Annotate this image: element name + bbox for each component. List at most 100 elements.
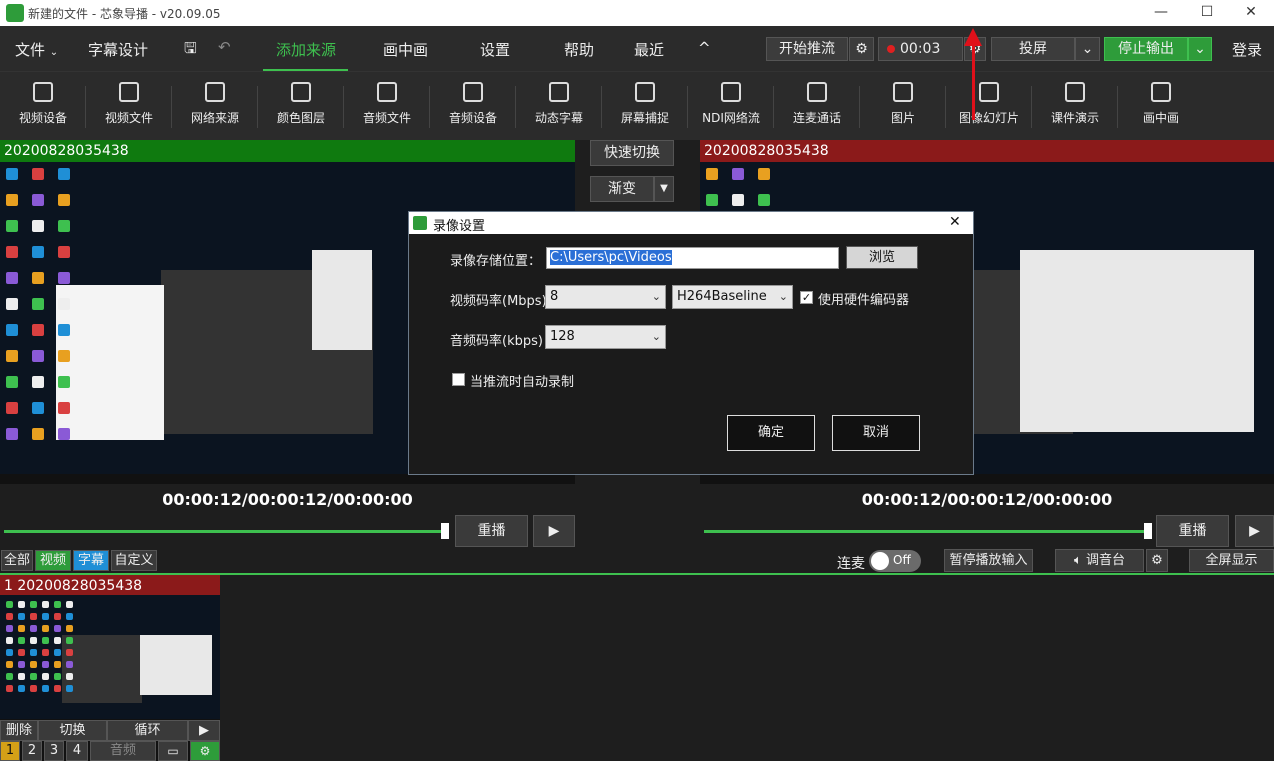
thumb-doc (140, 635, 212, 695)
desktop-shortcut-icon (58, 272, 70, 284)
preview-replay-button[interactable]: 重播 (455, 515, 528, 547)
fullscreen-button[interactable]: 全屏显示 (1189, 549, 1274, 572)
desktop-shortcut-icon (18, 601, 25, 608)
tab-recent[interactable]: 最近 (634, 39, 664, 60)
hw-encoder-checkbox[interactable]: ✓ (800, 291, 813, 304)
stop-output-button[interactable]: 停止输出 (1104, 37, 1188, 61)
save-icon[interactable]: 🖫 (184, 38, 197, 63)
program-replay-button[interactable]: 重播 (1156, 515, 1229, 547)
program-seek-handle[interactable] (1144, 523, 1152, 539)
desktop-shortcut-icon (6, 402, 18, 414)
preview-seek-handle[interactable] (441, 523, 449, 539)
fade-button[interactable]: 渐变 (590, 176, 654, 202)
tab-add-source[interactable]: 添加来源 (276, 39, 336, 60)
audio-bitrate-select[interactable]: 128 ⌄ (545, 325, 666, 349)
dialog-close-button[interactable]: ✕ (949, 214, 961, 230)
program-seekbar[interactable] (704, 530, 1148, 533)
program-doc-window (1020, 250, 1254, 432)
minimize-button[interactable]: — (1138, 0, 1184, 26)
desktop-shortcut-icon (30, 673, 37, 680)
ok-button[interactable]: 确定 (727, 415, 815, 451)
undo-icon[interactable]: ↶ (218, 38, 231, 56)
toolbar-item-7[interactable]: 屏幕捕捉 (602, 72, 688, 141)
menu-caption-design[interactable]: 字幕设计 (88, 39, 148, 60)
toolbar-item-label: NDI网络流 (702, 111, 760, 125)
cast-button[interactable]: 投屏 (991, 37, 1075, 61)
toolbar-item-0[interactable]: 视频设备 (0, 72, 86, 141)
cancel-button[interactable]: 取消 (832, 415, 920, 451)
page-4-button[interactable]: 4 (66, 741, 88, 761)
toolbar-item-1[interactable]: 视频文件 (86, 72, 172, 141)
page-3-button[interactable]: 3 (44, 741, 64, 761)
pause-input-button[interactable]: 暂停播放输入 (944, 549, 1033, 572)
mixer-settings-gear-icon[interactable]: ⚙ (1146, 549, 1168, 572)
chevron-down-icon: ⌄ (651, 290, 661, 303)
desktop-shortcut-icon (54, 673, 61, 680)
toolbar-item-13[interactable]: 画中画 (1118, 72, 1204, 141)
cast-dropdown-chevron-icon[interactable]: ⌄ (1075, 37, 1100, 61)
record-timer-button[interactable]: 00:03 (878, 37, 963, 61)
tab-settings[interactable]: 设置 (480, 39, 510, 60)
program-play-button[interactable]: ▶ (1235, 515, 1274, 547)
page-2-button[interactable]: 2 (22, 741, 42, 761)
preview-timecode: 00:00:12/00:00:12/00:00:00 (162, 490, 413, 509)
source-item-card[interactable]: 1 20200828035438 删除 切换 循环 ▶ 1 2 3 4 音频 ▭… (0, 575, 220, 761)
switch-source-button[interactable]: 切换 (38, 720, 107, 741)
maximize-button[interactable]: ☐ (1184, 0, 1230, 26)
desktop-shortcut-icon (42, 625, 49, 632)
filter-all-tab[interactable]: 全部 (1, 550, 33, 571)
desktop-shortcut-icon (732, 194, 744, 206)
desktop-shortcut-icon (54, 613, 61, 620)
tab-help[interactable]: 帮助 (564, 39, 594, 60)
toolbar-item-2[interactable]: 网络来源 (172, 72, 258, 141)
collapse-toolbar-button[interactable]: ^ (698, 39, 711, 57)
login-link[interactable]: 登录 (1232, 39, 1262, 60)
source-settings-gear-icon[interactable]: ⚙ (190, 741, 220, 761)
toolbar-item-3[interactable]: 颜色图层 (258, 72, 344, 141)
chevron-down-icon: ⌄ (651, 330, 661, 343)
preview-seekbar[interactable] (4, 530, 446, 533)
close-button[interactable]: ✕ (1228, 0, 1274, 26)
auto-record-checkbox[interactable] (452, 373, 465, 386)
audio-button[interactable]: 音频 (90, 741, 156, 761)
desktop-shortcut-icon (706, 168, 718, 180)
source-play-button[interactable]: ▶ (188, 720, 220, 741)
video-bitrate-select[interactable]: 8 ⌄ (545, 285, 666, 309)
toolbar-item-9[interactable]: 连麦通话 (774, 72, 860, 141)
desktop-shortcut-icon (58, 376, 70, 388)
filter-custom-tab[interactable]: 自定义 (111, 550, 157, 571)
filter-video-tab[interactable]: 视频 (35, 550, 71, 571)
toolbar-item-12[interactable]: 课件演示 (1032, 72, 1118, 141)
desktop-shortcut-icon (6, 625, 13, 632)
stream-settings-gear-icon[interactable]: ⚙ (849, 37, 874, 61)
monitor-icon[interactable]: ▭ (158, 741, 188, 761)
quick-switch-button[interactable]: 快速切换 (590, 140, 674, 166)
menu-file[interactable]: 文件 ⌄ (15, 39, 58, 60)
filter-caption-tab[interactable]: 字幕 (73, 550, 109, 571)
desktop-shortcut-icon (6, 350, 18, 362)
codec-select[interactable]: H264Baseline ⌄ (672, 285, 793, 309)
lianmai-toggle[interactable]: Off (869, 550, 921, 572)
delete-source-button[interactable]: 删除 (0, 720, 38, 741)
desktop-shortcut-icon (42, 673, 49, 680)
toolbar-item-label: 音频文件 (362, 111, 411, 125)
toolbar-item-8[interactable]: NDI网络流 (688, 72, 774, 141)
toolbar-item-11[interactable]: 图像幻灯片 (946, 72, 1032, 141)
toolbar-item-label: 颜色图层 (276, 111, 325, 125)
toolbar-item-label: 音频设备 (448, 111, 497, 125)
desktop-shortcut-icon (6, 673, 13, 680)
fade-dropdown-chevron-icon[interactable]: ▼ (654, 176, 674, 202)
toolbar-item-4[interactable]: 音频文件 (344, 72, 430, 141)
mixer-button[interactable]: 🔈︎ 调音台 (1055, 549, 1144, 572)
tab-pip[interactable]: 画中画 (383, 39, 428, 60)
loop-source-button[interactable]: 循环 (107, 720, 188, 741)
toolbar-item-5[interactable]: 音频设备 (430, 72, 516, 141)
start-stream-button[interactable]: 开始推流 (766, 37, 848, 61)
preview-play-button[interactable]: ▶ (533, 515, 575, 547)
toolbar-item-10[interactable]: 图片 (860, 72, 946, 141)
page-1-button[interactable]: 1 (0, 741, 20, 761)
toolbar-item-6[interactable]: 动态字幕 (516, 72, 602, 141)
browse-button[interactable]: 浏览 (846, 246, 918, 269)
record-path-input[interactable]: C:\Users\pc\Videos (546, 247, 839, 269)
stop-output-dropdown-chevron-icon[interactable]: ⌄ (1188, 37, 1212, 61)
